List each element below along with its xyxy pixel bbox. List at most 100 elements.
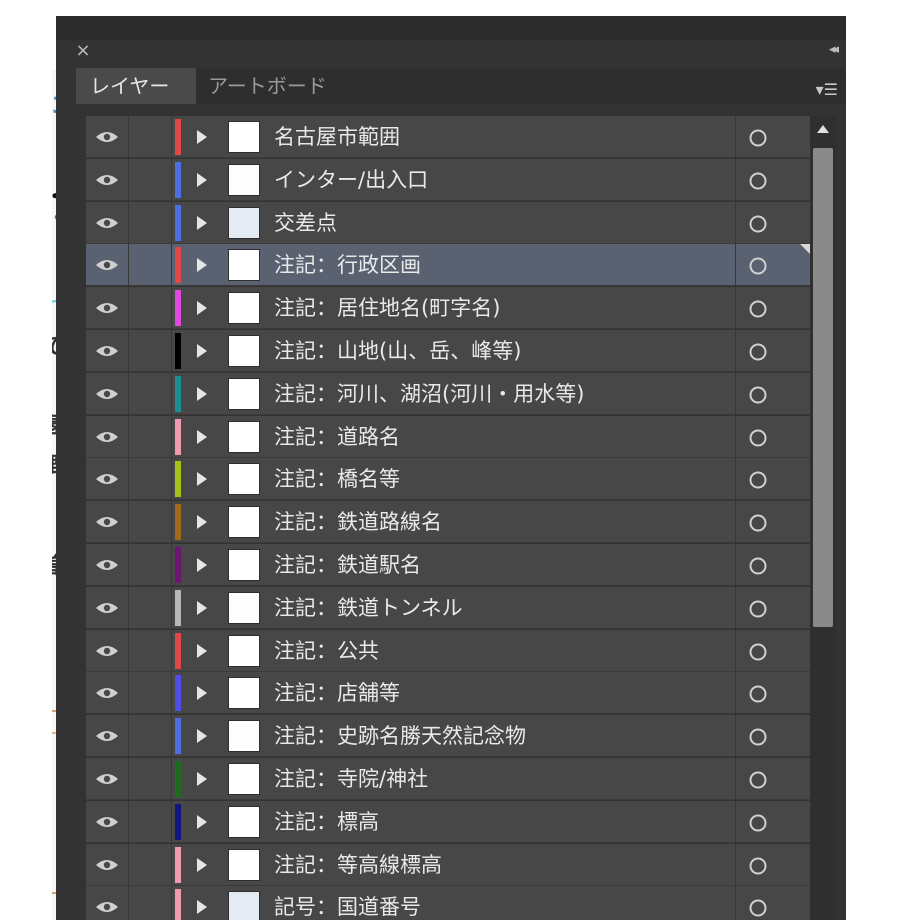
triangle-right-icon[interactable]	[192, 416, 212, 458]
eye-icon[interactable]	[86, 758, 128, 800]
scrollbar-thumb[interactable]	[813, 148, 833, 627]
tab-artboards[interactable]: アートボード	[194, 68, 350, 104]
lock-toggle[interactable]	[129, 672, 171, 714]
triangle-right-icon[interactable]	[192, 630, 212, 672]
target-circle-icon[interactable]	[736, 544, 810, 586]
layer-row[interactable]: 注記：居住地名(町字名)	[86, 287, 810, 330]
target-circle-icon[interactable]	[736, 501, 810, 543]
layer-name[interactable]: 注記：寺院/神社	[274, 758, 734, 800]
layer-row[interactable]: 注記：鉄道トンネル	[86, 586, 810, 629]
triangle-right-icon[interactable]	[192, 844, 212, 886]
layer-row[interactable]: 注記：鉄道路線名	[86, 501, 810, 544]
layer-name[interactable]: 交差点	[274, 202, 734, 244]
lock-toggle[interactable]	[129, 715, 171, 757]
target-circle-icon[interactable]	[736, 416, 810, 458]
layer-row[interactable]: 名古屋市範囲	[86, 116, 810, 158]
scrollbar[interactable]	[810, 116, 836, 920]
layer-row[interactable]: インター/出入口	[86, 158, 810, 201]
layer-name[interactable]: 注記：店舗等	[274, 672, 734, 714]
eye-icon[interactable]	[86, 458, 128, 500]
layer-name[interactable]: 注記：等高線標高	[274, 844, 734, 886]
target-circle-icon[interactable]	[736, 630, 810, 672]
eye-icon[interactable]	[86, 844, 128, 886]
lock-toggle[interactable]	[129, 886, 171, 920]
eye-icon[interactable]	[86, 373, 128, 415]
lock-toggle[interactable]	[129, 373, 171, 415]
triangle-right-icon[interactable]	[192, 244, 212, 286]
eye-icon[interactable]	[86, 886, 128, 920]
layer-row[interactable]: 注記：公共	[86, 629, 810, 672]
target-circle-icon[interactable]	[736, 458, 810, 500]
lock-toggle[interactable]	[129, 630, 171, 672]
target-circle-icon[interactable]	[736, 758, 810, 800]
layer-name[interactable]: 注記：河川、湖沼(河川・用水等)	[274, 373, 734, 415]
eye-icon[interactable]	[86, 244, 128, 286]
lock-toggle[interactable]	[129, 416, 171, 458]
target-circle-icon[interactable]	[736, 330, 810, 372]
triangle-right-icon[interactable]	[192, 715, 212, 757]
lock-toggle[interactable]	[129, 501, 171, 543]
layer-name[interactable]: 記号：国道番号	[274, 886, 734, 920]
layer-name[interactable]: 注記：鉄道駅名	[274, 544, 734, 586]
target-circle-icon[interactable]	[736, 886, 810, 920]
triangle-right-icon[interactable]	[192, 202, 212, 244]
eye-icon[interactable]	[86, 330, 128, 372]
lock-toggle[interactable]	[129, 244, 171, 286]
triangle-right-icon[interactable]	[192, 501, 212, 543]
lock-toggle[interactable]	[129, 202, 171, 244]
target-circle-icon[interactable]	[736, 587, 810, 629]
layer-name[interactable]: 注記：鉄道路線名	[274, 501, 734, 543]
eye-icon[interactable]	[86, 801, 128, 843]
target-circle-icon[interactable]	[736, 244, 810, 286]
layer-row[interactable]: 注記：等高線標高	[86, 843, 810, 886]
lock-toggle[interactable]	[129, 758, 171, 800]
target-circle-icon[interactable]	[736, 116, 810, 158]
layer-row[interactable]: 交差点	[86, 201, 810, 244]
layer-name[interactable]: 注記：標高	[274, 801, 734, 843]
layer-name[interactable]: 注記：行政区画	[274, 244, 734, 286]
layer-row[interactable]: 注記：寺院/神社	[86, 758, 810, 800]
eye-icon[interactable]	[86, 587, 128, 629]
triangle-right-icon[interactable]	[192, 672, 212, 714]
layer-name[interactable]: 注記：公共	[274, 630, 734, 672]
target-circle-icon[interactable]	[736, 801, 810, 843]
lock-toggle[interactable]	[129, 801, 171, 843]
target-circle-icon[interactable]	[736, 715, 810, 757]
triangle-right-icon[interactable]	[192, 587, 212, 629]
layer-row[interactable]: 記号：国道番号	[86, 886, 810, 920]
layer-row[interactable]: 注記：標高	[86, 800, 810, 843]
lock-toggle[interactable]	[129, 458, 171, 500]
triangle-right-icon[interactable]	[192, 330, 212, 372]
target-circle-icon[interactable]	[736, 202, 810, 244]
layer-name[interactable]: 注記：橋名等	[274, 458, 734, 500]
layer-name[interactable]: インター/出入口	[274, 159, 734, 201]
scroll-up-arrow-icon[interactable]	[810, 116, 836, 144]
layer-row[interactable]: 注記：店舗等	[86, 672, 810, 715]
triangle-right-icon[interactable]	[192, 287, 212, 329]
triangle-right-icon[interactable]	[192, 801, 212, 843]
eye-icon[interactable]	[86, 672, 128, 714]
eye-icon[interactable]	[86, 159, 128, 201]
lock-toggle[interactable]	[129, 544, 171, 586]
triangle-right-icon[interactable]	[192, 458, 212, 500]
triangle-right-icon[interactable]	[192, 544, 212, 586]
eye-icon[interactable]	[86, 287, 128, 329]
triangle-right-icon[interactable]	[192, 373, 212, 415]
layer-name[interactable]: 注記：山地(山、岳、峰等)	[274, 330, 734, 372]
triangle-right-icon[interactable]	[192, 159, 212, 201]
eye-icon[interactable]	[86, 202, 128, 244]
close-icon[interactable]: ×	[72, 40, 94, 62]
target-circle-icon[interactable]	[736, 672, 810, 714]
lock-toggle[interactable]	[129, 287, 171, 329]
eye-icon[interactable]	[86, 116, 128, 158]
layer-name[interactable]: 注記：居住地名(町字名)	[274, 287, 734, 329]
layer-name[interactable]: 名古屋市範囲	[274, 116, 734, 158]
lock-toggle[interactable]	[129, 116, 171, 158]
layer-name[interactable]: 注記：道路名	[274, 416, 734, 458]
eye-icon[interactable]	[86, 544, 128, 586]
triangle-right-icon[interactable]	[192, 758, 212, 800]
lock-toggle[interactable]	[129, 844, 171, 886]
layer-row[interactable]: 注記：山地(山、岳、峰等)	[86, 330, 810, 372]
layer-row[interactable]: 注記：史跡名勝天然記念物	[86, 715, 810, 758]
triangle-right-icon[interactable]	[192, 886, 212, 920]
